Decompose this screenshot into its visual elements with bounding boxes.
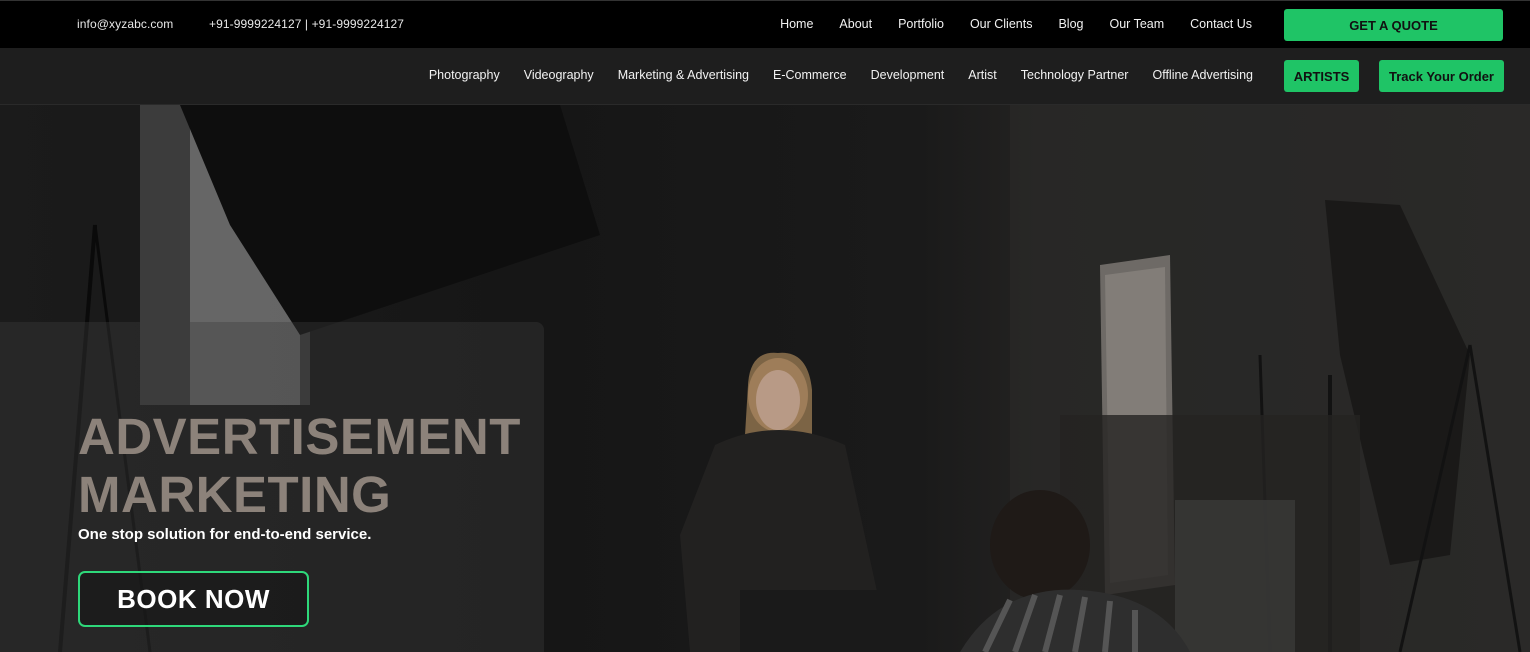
get-a-quote-button[interactable]: GET A QUOTE: [1284, 9, 1503, 41]
service-link-technology-partner[interactable]: Technology Partner: [1021, 68, 1129, 82]
contact-email[interactable]: info@xyzabc.com: [77, 17, 173, 31]
contact-phones[interactable]: +91-9999224127 | +91-9999224127: [209, 17, 404, 31]
service-link-artist[interactable]: Artist: [968, 68, 996, 82]
hero-subtitle: One stop solution for end-to-end service…: [78, 526, 372, 543]
hero-section: ADVERTISEMENT MARKETING One stop solutio…: [0, 105, 1530, 652]
nav-link-portfolio[interactable]: Portfolio: [898, 17, 944, 31]
service-link-development[interactable]: Development: [871, 68, 945, 82]
nav-link-about[interactable]: About: [839, 17, 872, 31]
nav-link-blog[interactable]: Blog: [1058, 17, 1083, 31]
service-nav-bar: Photography Videography Marketing & Adve…: [0, 48, 1530, 105]
service-link-offline-advertising[interactable]: Offline Advertising: [1152, 68, 1253, 82]
nav-link-our-clients[interactable]: Our Clients: [970, 17, 1033, 31]
track-order-button[interactable]: Track Your Order: [1379, 60, 1504, 92]
nav-link-home[interactable]: Home: [780, 17, 813, 31]
service-link-e-commerce[interactable]: E-Commerce: [773, 68, 847, 82]
service-link-photography[interactable]: Photography: [429, 68, 500, 82]
top-bar: info@xyzabc.com +91-9999224127 | +91-999…: [0, 0, 1530, 48]
nav-link-contact-us[interactable]: Contact Us: [1190, 17, 1252, 31]
book-now-button[interactable]: BOOK NOW: [78, 571, 309, 627]
service-nav: Photography Videography Marketing & Adve…: [405, 68, 1253, 82]
hero-title: ADVERTISEMENT MARKETING: [78, 408, 521, 524]
nav-link-our-team[interactable]: Our Team: [1110, 17, 1165, 31]
artists-button[interactable]: ARTISTS: [1284, 60, 1359, 92]
top-nav: Home About Portfolio Our Clients Blog Ou…: [754, 17, 1252, 31]
service-link-videography[interactable]: Videography: [524, 68, 594, 82]
service-link-marketing-advertising[interactable]: Marketing & Advertising: [618, 68, 749, 82]
hero-title-line1: ADVERTISEMENT: [78, 408, 521, 465]
hero-title-line2: MARKETING: [78, 466, 392, 523]
